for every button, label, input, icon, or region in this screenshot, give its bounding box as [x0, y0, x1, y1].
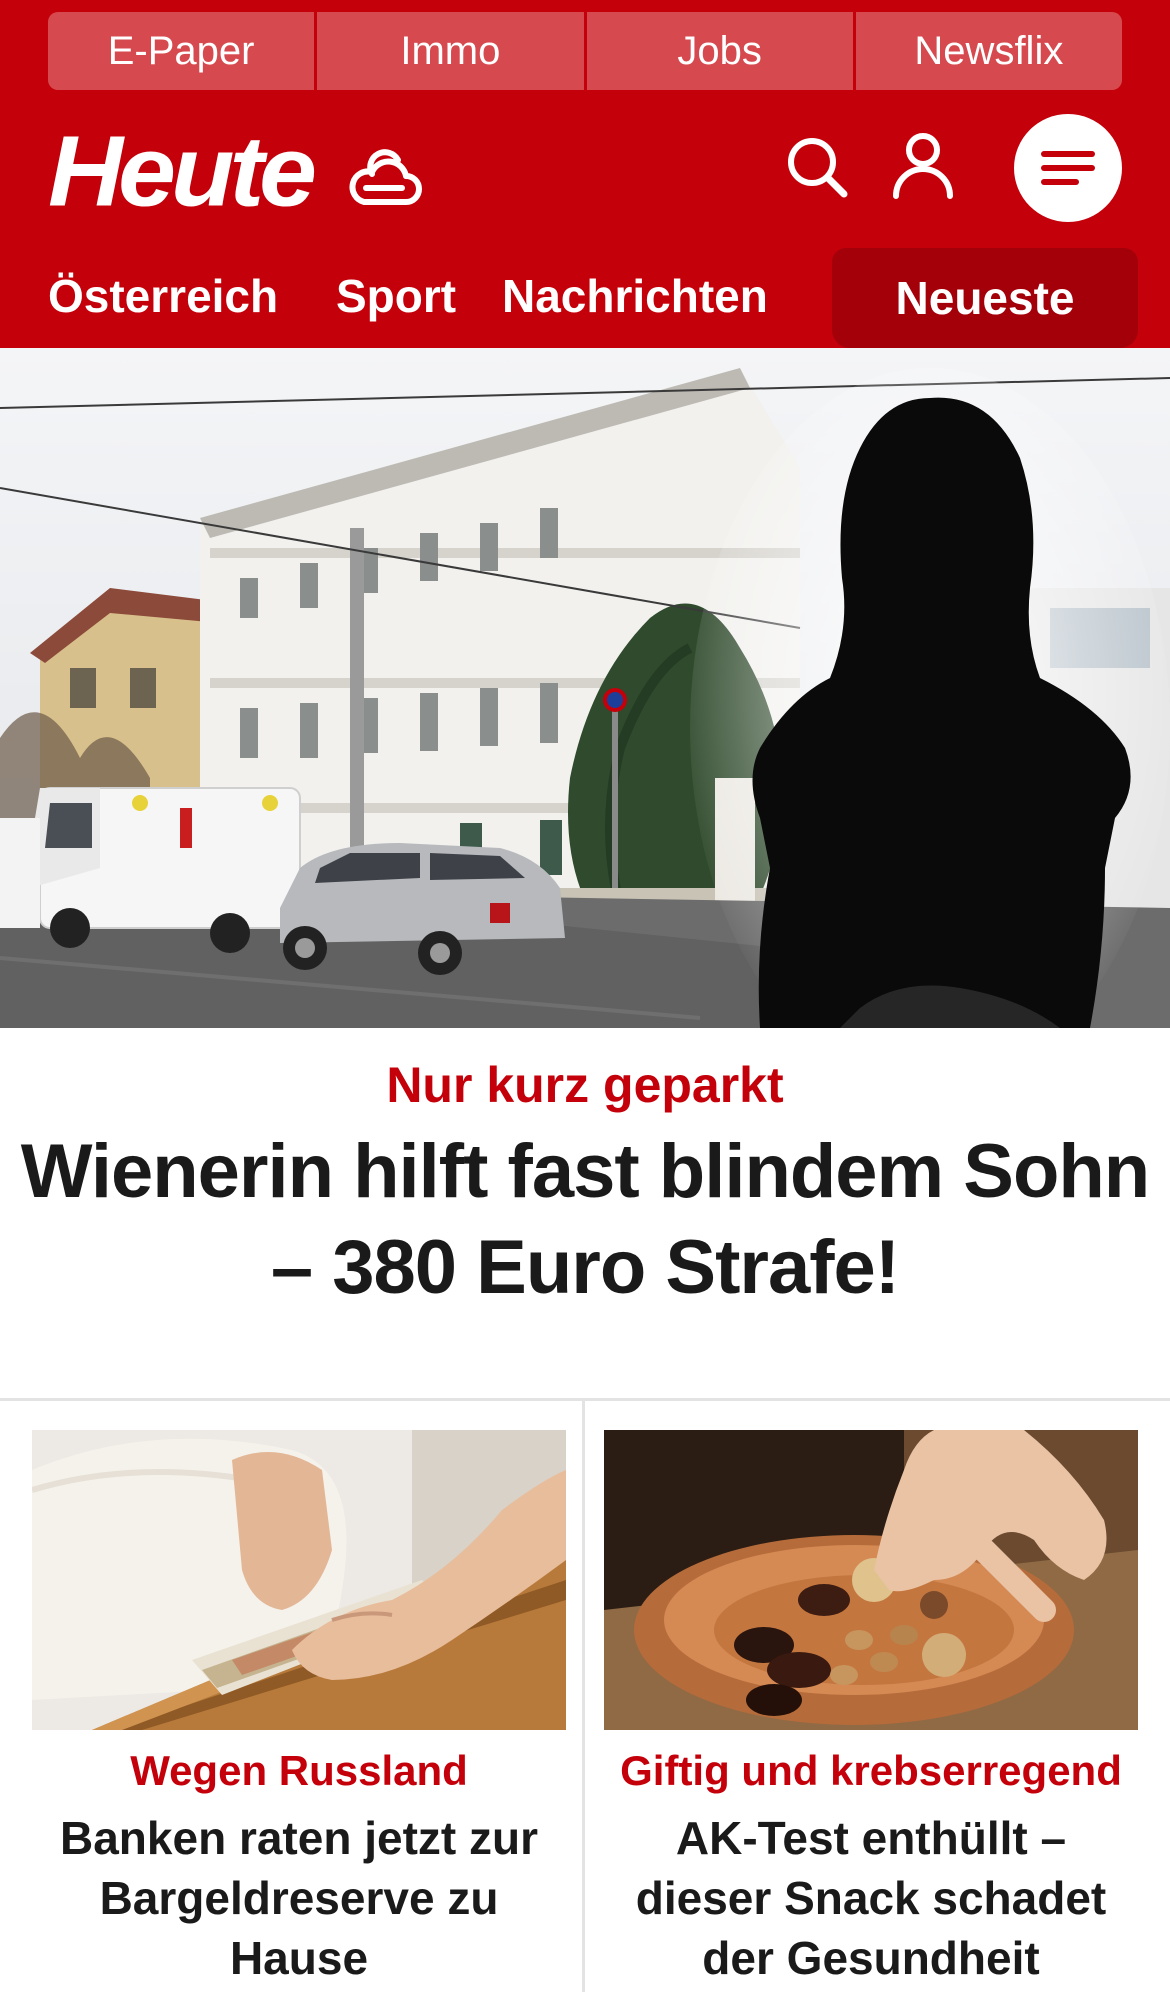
top-link-immo[interactable]: Immo — [317, 12, 587, 90]
card-headline: Banken raten jetzt zur Bargeldreserve zu… — [60, 1812, 538, 1984]
nav-item-sport[interactable]: Sport — [336, 266, 456, 326]
nav-item-nachrichten[interactable]: Nachrichten — [502, 266, 768, 326]
column-divider — [582, 1400, 585, 1992]
brand-row: Heute — [0, 100, 1170, 240]
menu-button[interactable] — [1014, 114, 1122, 222]
top-link-epaper[interactable]: E-Paper — [48, 12, 318, 90]
search-icon[interactable] — [784, 134, 850, 200]
weather-cloud-icon[interactable] — [344, 144, 424, 214]
top-link-newsflix[interactable]: Newsflix — [855, 12, 1122, 90]
hero-headline[interactable]: Wienerin hilft fast blindem Sohn – 380 E… — [0, 1124, 1170, 1316]
top-links-bar: E-Paper Immo Jobs Newsflix — [48, 12, 1122, 90]
article-card-snack[interactable]: Giftig und krebserregend AK-Test enthüll… — [604, 1430, 1138, 1988]
article-image-bargeld[interactable] — [32, 1430, 566, 1730]
main-nav: Österreich Sport Nachrichten Neueste — [0, 248, 1170, 348]
nav-item-neueste-active[interactable]: Neueste — [832, 248, 1138, 348]
hamburger-menu-icon — [1041, 151, 1095, 185]
article-image-snack[interactable] — [604, 1430, 1138, 1730]
hero-article-image[interactable] — [0, 348, 1170, 1028]
card-headline: AK-Test enthüllt – dieser Snack schadet … — [635, 1812, 1107, 1984]
user-icon[interactable] — [890, 130, 956, 200]
section-divider — [0, 1398, 1170, 1401]
nav-item-oesterreich[interactable]: Österreich — [48, 266, 278, 326]
hero-kicker[interactable]: Nur kurz geparkt — [0, 1052, 1170, 1118]
card-kicker: Wegen Russland — [130, 1747, 468, 1794]
site-logo[interactable]: Heute — [48, 122, 317, 222]
top-link-jobs[interactable]: Jobs — [586, 12, 856, 90]
article-card-bargeld[interactable]: Wegen Russland Banken raten jetzt zur Ba… — [32, 1430, 566, 1988]
site-header: E-Paper Immo Jobs Newsflix Heute Österre… — [0, 0, 1170, 348]
card-kicker: Giftig und krebserregend — [620, 1747, 1122, 1794]
